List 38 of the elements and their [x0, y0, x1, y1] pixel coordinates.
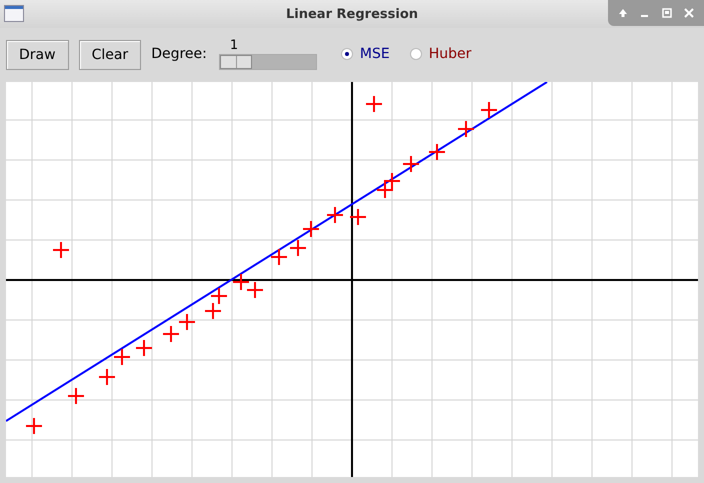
window-title: Linear Regression	[286, 6, 418, 22]
data-point	[232, 273, 250, 291]
loss-radio[interactable]: MSE	[340, 46, 390, 62]
data-point	[98, 368, 116, 386]
data-point	[402, 155, 420, 173]
data-point	[67, 387, 85, 405]
degree-slider[interactable]	[218, 54, 317, 70]
maximize-icon[interactable]	[661, 7, 673, 19]
data-point	[178, 313, 196, 331]
data-point	[162, 325, 180, 343]
data-point	[457, 120, 475, 138]
data-point	[428, 143, 446, 161]
data-point	[349, 208, 367, 226]
data-point	[113, 348, 131, 366]
slider-value: 1	[230, 38, 238, 54]
slider-thumb[interactable]	[220, 55, 252, 69]
data-point	[270, 248, 288, 266]
data-point	[376, 181, 394, 199]
data-point	[52, 241, 70, 259]
loss-radio[interactable]: Huber	[410, 46, 472, 62]
data-point	[480, 101, 498, 119]
window-icon	[4, 5, 24, 22]
toolbar-button[interactable]: Draw	[6, 40, 69, 70]
close-icon[interactable]	[683, 7, 695, 19]
data-point	[289, 239, 307, 257]
data-point	[210, 287, 228, 305]
data-point	[25, 417, 43, 435]
data-point	[365, 95, 383, 113]
toolbar-button[interactable]: Clear	[78, 40, 142, 70]
data-point	[383, 172, 401, 190]
data-point	[246, 281, 264, 299]
data-point	[135, 339, 153, 357]
data-point	[302, 220, 320, 238]
plot-canvas[interactable]	[6, 82, 698, 477]
data-point	[204, 302, 222, 320]
shade-icon[interactable]	[617, 7, 629, 19]
data-point	[326, 206, 344, 224]
degree-label: Degree:	[151, 46, 207, 62]
